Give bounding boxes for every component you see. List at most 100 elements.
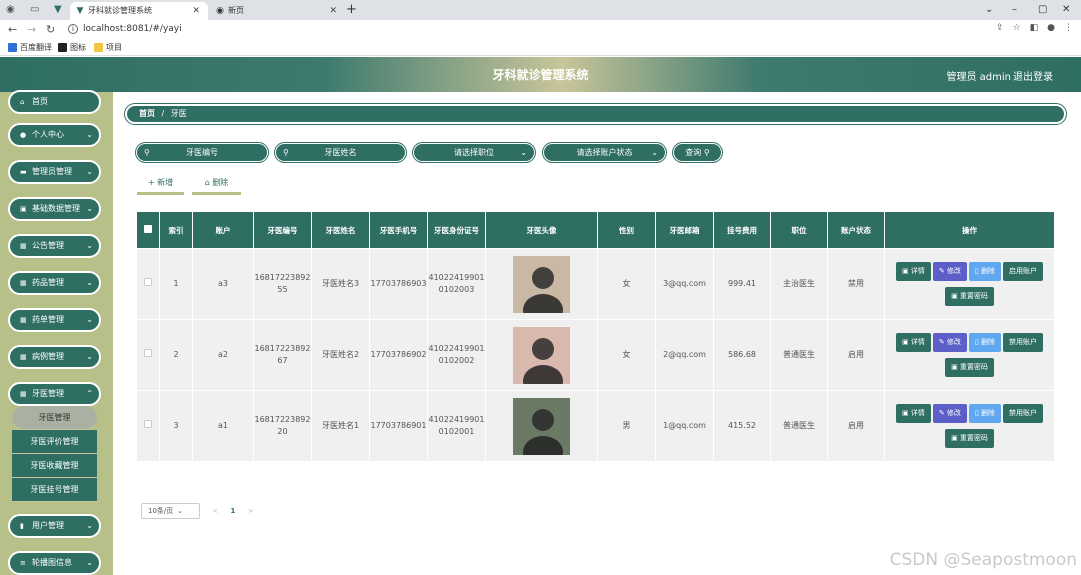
cell-no: 1681722389267 bbox=[253, 319, 312, 391]
detail-button[interactable]: ▣ 详情 bbox=[895, 333, 931, 352]
toggle-account-button[interactable]: 禁用账户 bbox=[1003, 404, 1043, 423]
folder-icon bbox=[94, 43, 103, 52]
sidebar-item-prescription[interactable]: ▦ 药单管理 ⌄ bbox=[8, 308, 101, 332]
cell-name: 牙医姓名2 bbox=[311, 319, 370, 391]
col-account: 账户 bbox=[192, 211, 254, 249]
tab-newpage[interactable]: ◉ 新页 ✕ bbox=[210, 2, 345, 20]
reload-icon[interactable]: ↻ bbox=[46, 22, 55, 37]
reset-password-button[interactable]: ▣ 重置密码 bbox=[945, 287, 994, 306]
toggle-account-button[interactable]: 启用账户 bbox=[1003, 262, 1043, 281]
chevron-down-icon: ⌄ bbox=[177, 507, 184, 515]
system-title: 牙科就诊管理系统 bbox=[492, 68, 589, 82]
vue-pinned-icon[interactable]: ▼ bbox=[54, 3, 62, 17]
back-icon[interactable]: ← bbox=[8, 22, 17, 37]
edit-button[interactable]: ✎ 修改 bbox=[932, 262, 967, 281]
reset-password-button[interactable]: ▣ 重置密码 bbox=[945, 358, 994, 377]
sidebar-item-admin[interactable]: ▬ 管理员管理 ⌄ bbox=[8, 160, 101, 184]
title-select[interactable]: 请选择职位 ⌄ bbox=[414, 144, 534, 161]
row-checkbox[interactable] bbox=[136, 390, 160, 462]
cell-name: 牙医姓名3 bbox=[311, 248, 370, 320]
sidebar-item-home[interactable]: ⌂ 首页 bbox=[8, 90, 101, 114]
new-tab-icon[interactable]: + bbox=[346, 2, 357, 18]
checkbox[interactable] bbox=[144, 278, 152, 286]
sidepanel-icon[interactable]: ◧ bbox=[1030, 23, 1039, 33]
url-field[interactable]: i localhost:8081/#/yayi bbox=[68, 23, 182, 36]
minimize-icon[interactable]: – bbox=[1012, 2, 1017, 18]
col-phone: 牙医手机号 bbox=[369, 211, 428, 249]
cell-gender: 男 bbox=[597, 390, 656, 462]
submenu-dentist-register[interactable]: 牙医挂号管理 bbox=[12, 478, 97, 502]
cell-gender: 女 bbox=[597, 248, 656, 320]
select-all-checkbox[interactable] bbox=[136, 211, 160, 249]
edit-button[interactable]: ✎ 修改 bbox=[932, 333, 967, 352]
restore-icon[interactable]: ▢ bbox=[1038, 2, 1047, 18]
row-checkbox[interactable] bbox=[136, 248, 160, 320]
status-select[interactable]: 请选择账户状态 ⌄ bbox=[544, 144, 665, 161]
sidebar-item-basedata[interactable]: ▣ 基础数据管理 ⌄ bbox=[8, 197, 101, 221]
grid-icon: ▦ bbox=[20, 316, 27, 324]
page-size-label: 10条/页 bbox=[148, 507, 174, 515]
add-button[interactable]: + 新增 bbox=[137, 176, 184, 195]
prev-page-button[interactable]: < bbox=[212, 507, 218, 515]
dentist-no-input[interactable]: ⚲ 牙医编号 bbox=[137, 144, 267, 161]
delete-row-button[interactable]: ▯ 删除 bbox=[968, 404, 1001, 423]
submenu-dentist-manage[interactable]: 牙医管理 bbox=[12, 406, 97, 430]
profile-icon[interactable]: ● bbox=[1047, 23, 1055, 33]
tab-title: 新页 bbox=[228, 6, 244, 15]
next-page-button[interactable]: > bbox=[248, 507, 254, 515]
chevron-up-icon: ⌃ bbox=[86, 389, 93, 398]
sidebar-item-profile[interactable]: ● 个人中心 ⌄ bbox=[8, 123, 101, 147]
page-number[interactable]: 1 bbox=[230, 507, 235, 515]
sidebar-item-user[interactable]: ▮ 用户管理 ⌄ bbox=[8, 514, 101, 538]
checkbox[interactable] bbox=[144, 420, 152, 428]
breadcrumb-home[interactable]: 首页 bbox=[139, 109, 155, 118]
tab-search-icon[interactable]: ⌄ bbox=[985, 2, 993, 18]
tab-active[interactable]: ▼ 牙科就诊管理系统 ✕ bbox=[70, 2, 208, 20]
checkbox[interactable] bbox=[144, 349, 152, 357]
detail-button[interactable]: ▣ 详情 bbox=[895, 262, 931, 281]
bookmark-translate[interactable]: 百度翻译 bbox=[8, 42, 52, 53]
dentist-name-input[interactable]: ⚲ 牙医姓名 bbox=[276, 144, 405, 161]
home-icon: ⌂ bbox=[20, 98, 25, 106]
tab-placeholder-icon[interactable]: ▭ bbox=[30, 3, 39, 17]
delete-row-button[interactable]: ▯ 删除 bbox=[968, 333, 1001, 352]
query-button[interactable]: 查询 ⚲ bbox=[674, 144, 721, 161]
cell-fee: 415.52 bbox=[713, 390, 771, 462]
filter-placeholder: 请选择职位 bbox=[454, 148, 494, 157]
delete-button[interactable]: ⌂ 删除 bbox=[192, 176, 241, 195]
table-body: 1 a3 1681722389255 牙医姓名3 17703786903 41022419… bbox=[136, 248, 1055, 468]
sidebar-item-drug[interactable]: ▦ 药品管理 ⌄ bbox=[8, 271, 101, 295]
delete-row-button[interactable]: ▯ 删除 bbox=[968, 262, 1001, 281]
more-icon[interactable]: ⋮ bbox=[1064, 23, 1073, 33]
close-icon[interactable]: ✕ bbox=[192, 2, 200, 20]
row-checkbox[interactable] bbox=[136, 319, 160, 391]
grid-icon: ▦ bbox=[20, 390, 27, 398]
logout-button[interactable]: 退出登录 bbox=[1013, 68, 1053, 83]
close-icon[interactable]: ✕ bbox=[329, 2, 337, 20]
detail-button[interactable]: ▣ 详情 bbox=[895, 404, 931, 423]
star-icon[interactable]: ☆ bbox=[1013, 23, 1021, 33]
chevron-down-icon: ⌄ bbox=[86, 315, 93, 324]
sidebar-item-case[interactable]: ▦ 病例管理 ⌄ bbox=[8, 345, 101, 369]
query-label: 查询 bbox=[685, 148, 702, 157]
bookmark-project[interactable]: 项目 bbox=[94, 42, 122, 53]
edit-button[interactable]: ✎ 修改 bbox=[932, 404, 967, 423]
submenu-dentist-review[interactable]: 牙医评价管理 bbox=[12, 430, 97, 454]
page-size-select[interactable]: 10条/页 ⌄ bbox=[141, 503, 201, 519]
search-icon: ⚲ bbox=[283, 148, 289, 157]
col-index: 索引 bbox=[159, 211, 193, 249]
toggle-account-button[interactable]: 禁用账户 bbox=[1003, 333, 1043, 352]
reset-password-button[interactable]: ▣ 重置密码 bbox=[945, 429, 994, 448]
forward-icon[interactable]: → bbox=[27, 22, 36, 37]
submenu-dentist-favorite[interactable]: 牙医收藏管理 bbox=[12, 454, 97, 478]
doc-icon: ▮ bbox=[20, 522, 24, 530]
window-close-icon[interactable]: ✕ bbox=[1062, 2, 1070, 18]
sidebar-item-carousel[interactable]: ≡ 轮播图信息 ⌄ bbox=[8, 551, 101, 575]
bookmark-icons[interactable]: 图标 bbox=[58, 42, 86, 53]
share-icon[interactable]: ⇪ bbox=[996, 23, 1004, 33]
chrome-menu-icon[interactable]: ◉ bbox=[6, 3, 15, 17]
bookmark-label: 项目 bbox=[106, 43, 122, 52]
sidebar-item-notice[interactable]: ▦ 公告管理 ⌄ bbox=[8, 234, 101, 258]
table-row: 1 a3 1681722389255 牙医姓名3 17703786903 41022419… bbox=[136, 248, 1055, 326]
sidebar-item-dentist[interactable]: ▦ 牙医管理 ⌃ bbox=[8, 382, 101, 406]
